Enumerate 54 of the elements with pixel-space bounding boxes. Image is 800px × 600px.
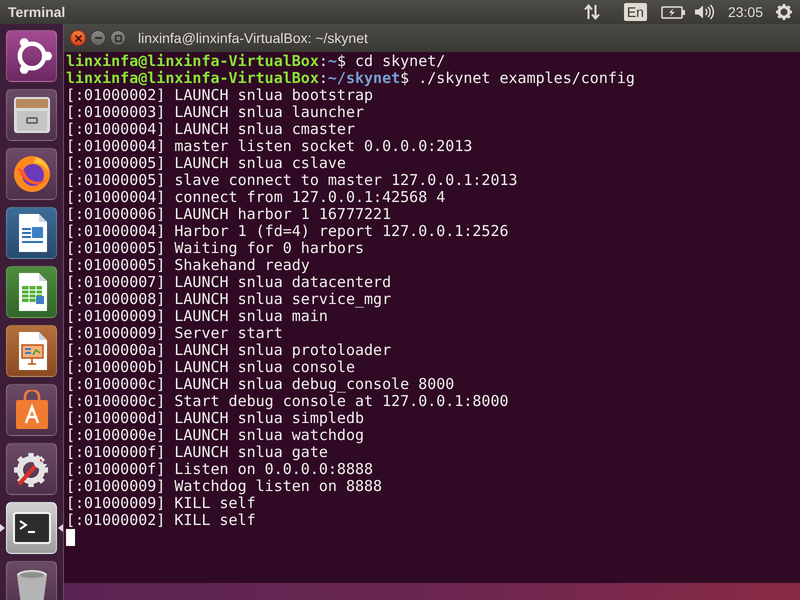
output-line: [:01000002] LAUNCH snlua bootstrap (66, 87, 374, 104)
output-line: [:01000005] slave connect to master 127.0.0.1:2013 (66, 172, 518, 189)
battery-icon[interactable] (660, 6, 685, 18)
app-name: Terminal (8, 2, 66, 22)
launcher-button[interactable] (6, 266, 58, 318)
output-line: [:0100000f] LAUNCH snlua gate (66, 444, 328, 461)
output-line: [:0100000c] Start debug console at 127.0.0.1:8000 (66, 393, 509, 410)
output-line: [:0100000a] LAUNCH snlua protoloader (66, 342, 392, 359)
output-line: [:0100000b] LAUNCH snlua console (66, 359, 355, 376)
output-line: [:01000005] LAUNCH snlua cslave (66, 155, 346, 172)
output-line: [:01000009] KILL self (66, 495, 256, 512)
output-line: [:01000005] Shakehand ready (66, 257, 310, 274)
close-icon (74, 34, 82, 42)
output-line: [:01000007] LAUNCH snlua datacenterd (66, 274, 392, 291)
output-line: [:01000009] Watchdog listen on 8888 (66, 478, 382, 495)
output-line: [:0100000e] LAUNCH snlua watchdog (66, 427, 364, 444)
output-line: [:01000004] connect from 127.0.0.1:42568 4 (66, 189, 446, 206)
launcher-button[interactable] (6, 148, 58, 200)
prompt-line: linxinfa@linxinfa-VirtualBox:~/skynet$ ./skynet examples/config (66, 70, 635, 87)
output-line: [:01000008] LAUNCH snlua service_mgr (66, 291, 392, 308)
up-down-arrows-icon[interactable] (584, 4, 600, 20)
file-drawer-icon (12, 95, 52, 135)
gear-icon[interactable] (775, 3, 793, 21)
keyboard-layout-indicator[interactable]: En (624, 3, 647, 21)
globe-icon (12, 154, 52, 194)
output-line: [:0100000d] LAUNCH snlua simpledb (66, 410, 364, 427)
minimize-button[interactable] (90, 30, 106, 46)
output-line: [:01000002] KILL self (66, 512, 256, 529)
output-line: [:01000009] LAUNCH snlua main (66, 308, 328, 325)
output-line: [:01000004] master listen socket 0.0.0.0:2013 (66, 138, 472, 155)
window-title: linxinfa@linxinfa-VirtualBox: ~/skynet (138, 28, 368, 48)
clock[interactable]: 23:05 (728, 2, 763, 22)
prompt-line: linxinfa@linxinfa-VirtualBox:~$ cd skynet/ (66, 53, 446, 70)
launcher-button[interactable] (6, 561, 58, 600)
output-line: [:01000004] Harbor 1 (fd=4) report 127.0.0.1:2526 (66, 223, 509, 240)
maximize-icon (114, 34, 122, 42)
output-line: [:01000005] Waiting for 0 harbors (66, 240, 364, 257)
output-line: [:0100000c] LAUNCH snlua debug_console 8000 (66, 376, 454, 393)
maximize-button[interactable] (110, 30, 126, 46)
output-line: [:01000009] Server start (66, 325, 283, 342)
output-line: [:01000006] LAUNCH harbor 1 16777221 (66, 206, 392, 223)
launcher-button[interactable] (6, 30, 58, 82)
launcher-button[interactable] (6, 502, 58, 554)
minimize-icon (94, 37, 102, 39)
launcher-button[interactable] (6, 443, 58, 495)
launcher-button[interactable] (6, 207, 58, 259)
volume-icon[interactable] (694, 4, 714, 20)
close-button[interactable] (70, 30, 86, 46)
output-line: [:0100000f] Listen on 0.0.0.0:8888 (66, 461, 374, 478)
launcher-button[interactable] (6, 325, 58, 377)
launcher-button[interactable] (6, 384, 58, 436)
output-line: [:01000003] LAUNCH snlua launcher (66, 104, 364, 121)
launcher-button[interactable] (6, 89, 58, 141)
output-line: [:01000004] LAUNCH snlua cmaster (66, 121, 355, 138)
